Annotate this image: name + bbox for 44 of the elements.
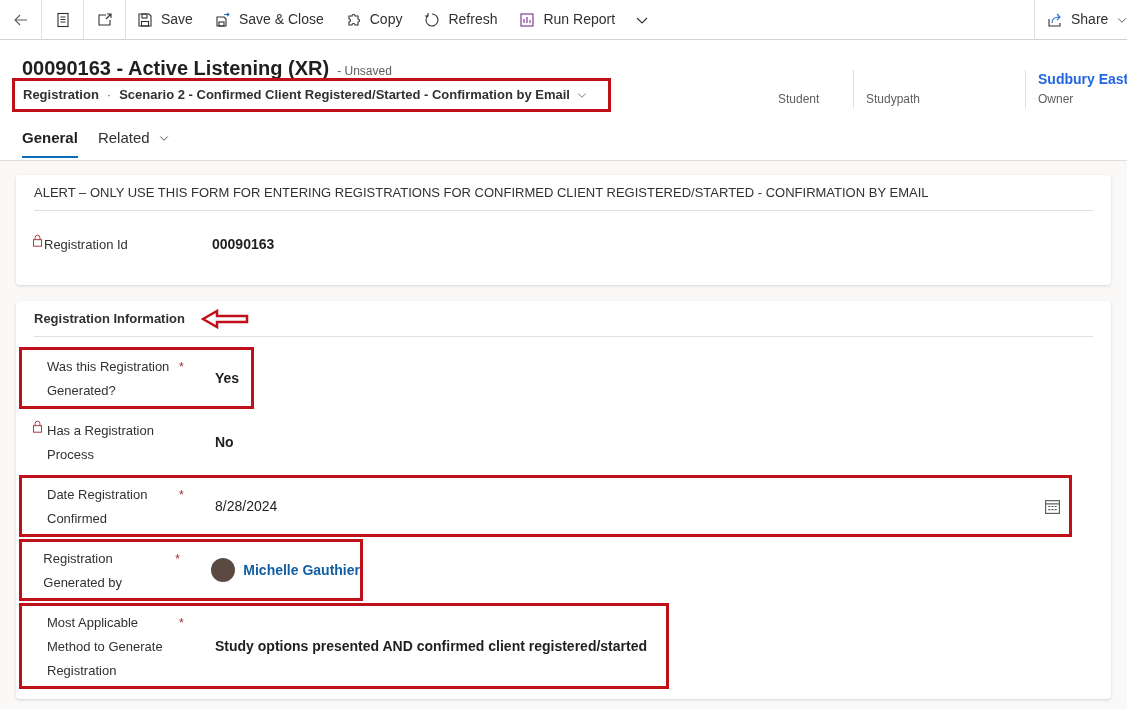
- field-label: Registration Generated by: [43, 551, 123, 590]
- save-close-icon: [214, 11, 231, 28]
- field-value: 00090163: [212, 234, 275, 254]
- section-title: Registration Information: [34, 309, 185, 328]
- avatar: [211, 558, 236, 582]
- form-selector[interactable]: Scenario 2 - Confirmed Client Registered/Started - Confirmation by Email: [119, 85, 588, 105]
- entity-name: Registration: [23, 86, 99, 105]
- required-asterisk: *: [179, 488, 184, 502]
- form-tab[interactable]: General: [22, 120, 78, 158]
- refresh-icon: [424, 11, 441, 28]
- share-icon: [1047, 11, 1063, 28]
- command-button[interactable]: Save & Close: [203, 0, 335, 40]
- field-value: Yes: [215, 368, 240, 388]
- save-icon: [137, 11, 153, 28]
- field-value[interactable]: 8/28/2024: [215, 495, 278, 517]
- field-label: Date Registration Confirmed: [47, 487, 148, 526]
- record-title: 00090163 - Active Listening (XR): [22, 56, 330, 80]
- command-button[interactable]: Refresh: [413, 0, 509, 40]
- field-label: Registration Id: [44, 237, 128, 252]
- header-field-label: Studypath: [866, 91, 922, 108]
- report-icon: [519, 11, 536, 28]
- command-button[interactable]: Copy: [334, 0, 414, 40]
- required-asterisk: *: [179, 616, 184, 630]
- field-label: Most Applicable Method to Generate Registration: [47, 615, 163, 678]
- popout-icon: [96, 11, 113, 28]
- field-label: Has a Registration Process: [47, 423, 154, 462]
- form-tab[interactable]: Related: [97, 120, 170, 158]
- header-field-label: Owner: [1038, 91, 1075, 108]
- required-asterisk: *: [179, 360, 184, 374]
- section-title: ALERT – ONLY USE THIS FORM FOR ENTERING REGISTRATIONS FOR CONFIRMED CLIENT REGISTERED/STARTED - CONFIRMATION BY EMAIL: [34, 183, 929, 202]
- save-status: - Unsaved: [337, 63, 392, 80]
- calendar-icon: [1044, 497, 1061, 515]
- separator-dot: ·: [106, 86, 112, 105]
- field-label: Was this Registration Generated?: [47, 359, 170, 398]
- field-value: No: [215, 432, 234, 452]
- command-button[interactable]: Save: [126, 0, 204, 40]
- share-button[interactable]: Share: [1034, 0, 1127, 40]
- required-asterisk: *: [175, 552, 180, 566]
- command-button[interactable]: Run Report: [508, 0, 627, 40]
- user-link[interactable]: Michelle Gauthier: [243, 559, 360, 581]
- document-icon: [54, 11, 71, 28]
- puzzle-icon: [345, 11, 362, 28]
- field-value: Study options presented AND confirmed client registered/started: [215, 636, 647, 656]
- header-field-label: Student: [778, 91, 821, 108]
